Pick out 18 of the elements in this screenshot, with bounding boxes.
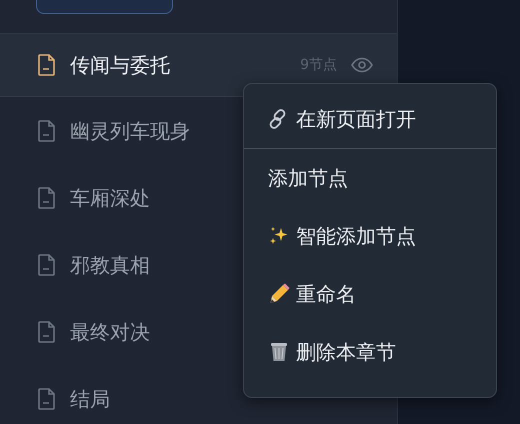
chapter-title: 传闻与委托 <box>70 52 170 79</box>
trash-icon <box>268 341 290 363</box>
menu-item[interactable]: 重命名 <box>244 265 496 323</box>
menu-item[interactable]: 添加节点 <box>244 149 496 207</box>
chapter-title: 结局 <box>70 386 110 412</box>
chapter-title: 邪教真相 <box>70 252 150 278</box>
document-icon <box>38 254 56 276</box>
chapter-title: 车厢深处 <box>70 184 150 212</box>
document-icon <box>38 388 56 410</box>
pencil-icon <box>268 283 290 305</box>
document-icon <box>38 54 56 76</box>
chapter-title: 幽灵列车现身 <box>70 118 190 144</box>
chapter-title: 最终对决 <box>70 318 150 346</box>
document-icon <box>38 320 56 342</box>
eye-icon[interactable] <box>351 57 373 73</box>
document-icon <box>38 120 56 142</box>
menu-item[interactable]: 智能添加节点 <box>244 207 496 265</box>
document-icon <box>38 186 56 208</box>
